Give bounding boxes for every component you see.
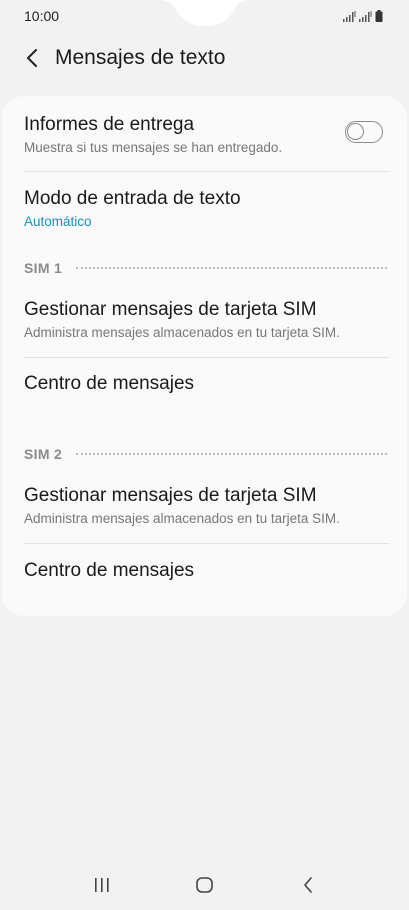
sim1-section-header: SIM 1 xyxy=(24,259,387,277)
back-button[interactable] xyxy=(12,38,52,78)
section-divider-dots xyxy=(76,267,387,269)
screen: 10:00 Mensajes de texto Informes de entr… xyxy=(0,0,409,910)
sim2-manage-item[interactable]: Gestionar mensajes de tarjeta SIM Admini… xyxy=(24,484,387,528)
section-divider-dots xyxy=(76,453,387,455)
divider xyxy=(24,543,389,544)
sim1-manage-title: Gestionar mensajes de tarjeta SIM xyxy=(24,299,317,320)
app-bar: Mensajes de texto xyxy=(0,38,409,78)
input-mode-title: Modo de entrada de texto xyxy=(24,188,241,209)
sim1-message-center-item[interactable]: Centro de mensajes xyxy=(24,372,387,396)
status-time: 10:00 xyxy=(24,8,60,24)
input-mode-value: Automático xyxy=(24,214,92,229)
settings-card: Informes de entrega Muestra si tus mensa… xyxy=(2,96,407,616)
sim1-manage-item[interactable]: Gestionar mensajes de tarjeta SIM Admini… xyxy=(24,298,387,342)
sim2-section-header: SIM 2 xyxy=(24,445,387,463)
signal-sim2-icon xyxy=(359,11,372,22)
chevron-left-icon xyxy=(27,49,37,67)
sim1-label: SIM 1 xyxy=(24,260,63,276)
home-button[interactable] xyxy=(185,865,225,905)
delivery-reports-toggle[interactable] xyxy=(345,121,383,143)
sim1-manage-subtitle: Administra mensajes almacenados en tu ta… xyxy=(24,325,340,340)
system-back-button[interactable] xyxy=(288,865,328,905)
delivery-reports-subtitle: Muestra si tus mensajes se han entregado… xyxy=(24,140,283,155)
divider xyxy=(24,171,389,172)
page-title: Mensajes de texto xyxy=(55,46,226,69)
battery-icon xyxy=(375,10,383,22)
toggle-knob xyxy=(347,123,364,140)
sim1-message-center-title: Centro de mensajes xyxy=(24,373,195,394)
sim2-manage-subtitle: Administra mensajes almacenados en tu ta… xyxy=(24,511,340,526)
sim2-message-center-title: Centro de mensajes xyxy=(24,560,195,581)
divider xyxy=(24,357,389,358)
recent-apps-button[interactable] xyxy=(82,865,122,905)
sim2-message-center-item[interactable]: Centro de mensajes xyxy=(24,559,387,583)
status-icons xyxy=(343,10,383,22)
camera-notch xyxy=(158,0,251,26)
sim2-manage-title: Gestionar mensajes de tarjeta SIM xyxy=(24,485,317,506)
home-icon xyxy=(196,877,213,893)
navigation-bar xyxy=(0,860,409,910)
back-icon xyxy=(303,877,312,893)
sim2-label: SIM 2 xyxy=(24,446,63,462)
input-mode-item[interactable]: Modo de entrada de texto Automático xyxy=(24,187,387,231)
recent-apps-icon xyxy=(94,878,109,892)
delivery-reports-item[interactable]: Informes de entrega Muestra si tus mensa… xyxy=(24,113,387,157)
signal-sim1-icon xyxy=(343,11,356,22)
delivery-reports-title: Informes de entrega xyxy=(24,114,195,135)
